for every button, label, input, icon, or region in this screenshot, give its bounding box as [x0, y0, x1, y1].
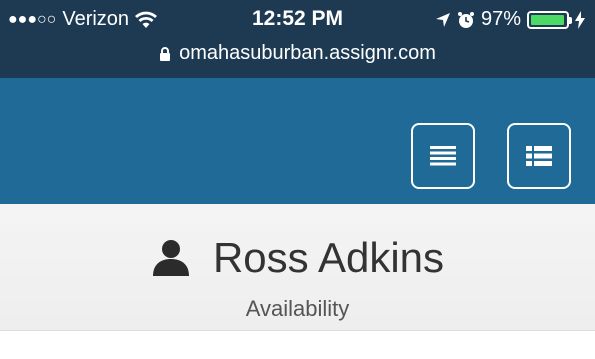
- battery-icon: [527, 10, 572, 29]
- battery-percent: 97%: [480, 8, 521, 30]
- menu-icon: [430, 146, 456, 166]
- content-area: [0, 331, 595, 359]
- charging-icon: [575, 10, 585, 29]
- profile-header: Ross Adkins Availability: [0, 204, 595, 330]
- battery-level-fill: [531, 14, 564, 25]
- user-name: Ross Adkins: [212, 234, 445, 281]
- url-text: omahasuburban.assignr.com: [179, 42, 436, 64]
- lock-icon: [160, 46, 171, 61]
- status-right: 97%: [435, 8, 585, 31]
- status-bar: ●●●○○ Verizon 12:52 PM 97% omahasuburban…: [0, 0, 595, 78]
- list-icon: [526, 146, 552, 166]
- user-icon: [152, 240, 189, 276]
- alarm-icon: [457, 11, 474, 28]
- menu-button[interactable]: [411, 123, 475, 189]
- profile-title-row: Ross Adkins: [0, 234, 595, 282]
- url-bar[interactable]: omahasuburban.assignr.com: [0, 42, 595, 65]
- navbar: [0, 78, 595, 204]
- list-view-button[interactable]: [507, 123, 571, 189]
- location-arrow-icon: [435, 12, 450, 27]
- page-subtitle: Availability: [245, 296, 350, 321]
- battery-cap: [569, 16, 572, 24]
